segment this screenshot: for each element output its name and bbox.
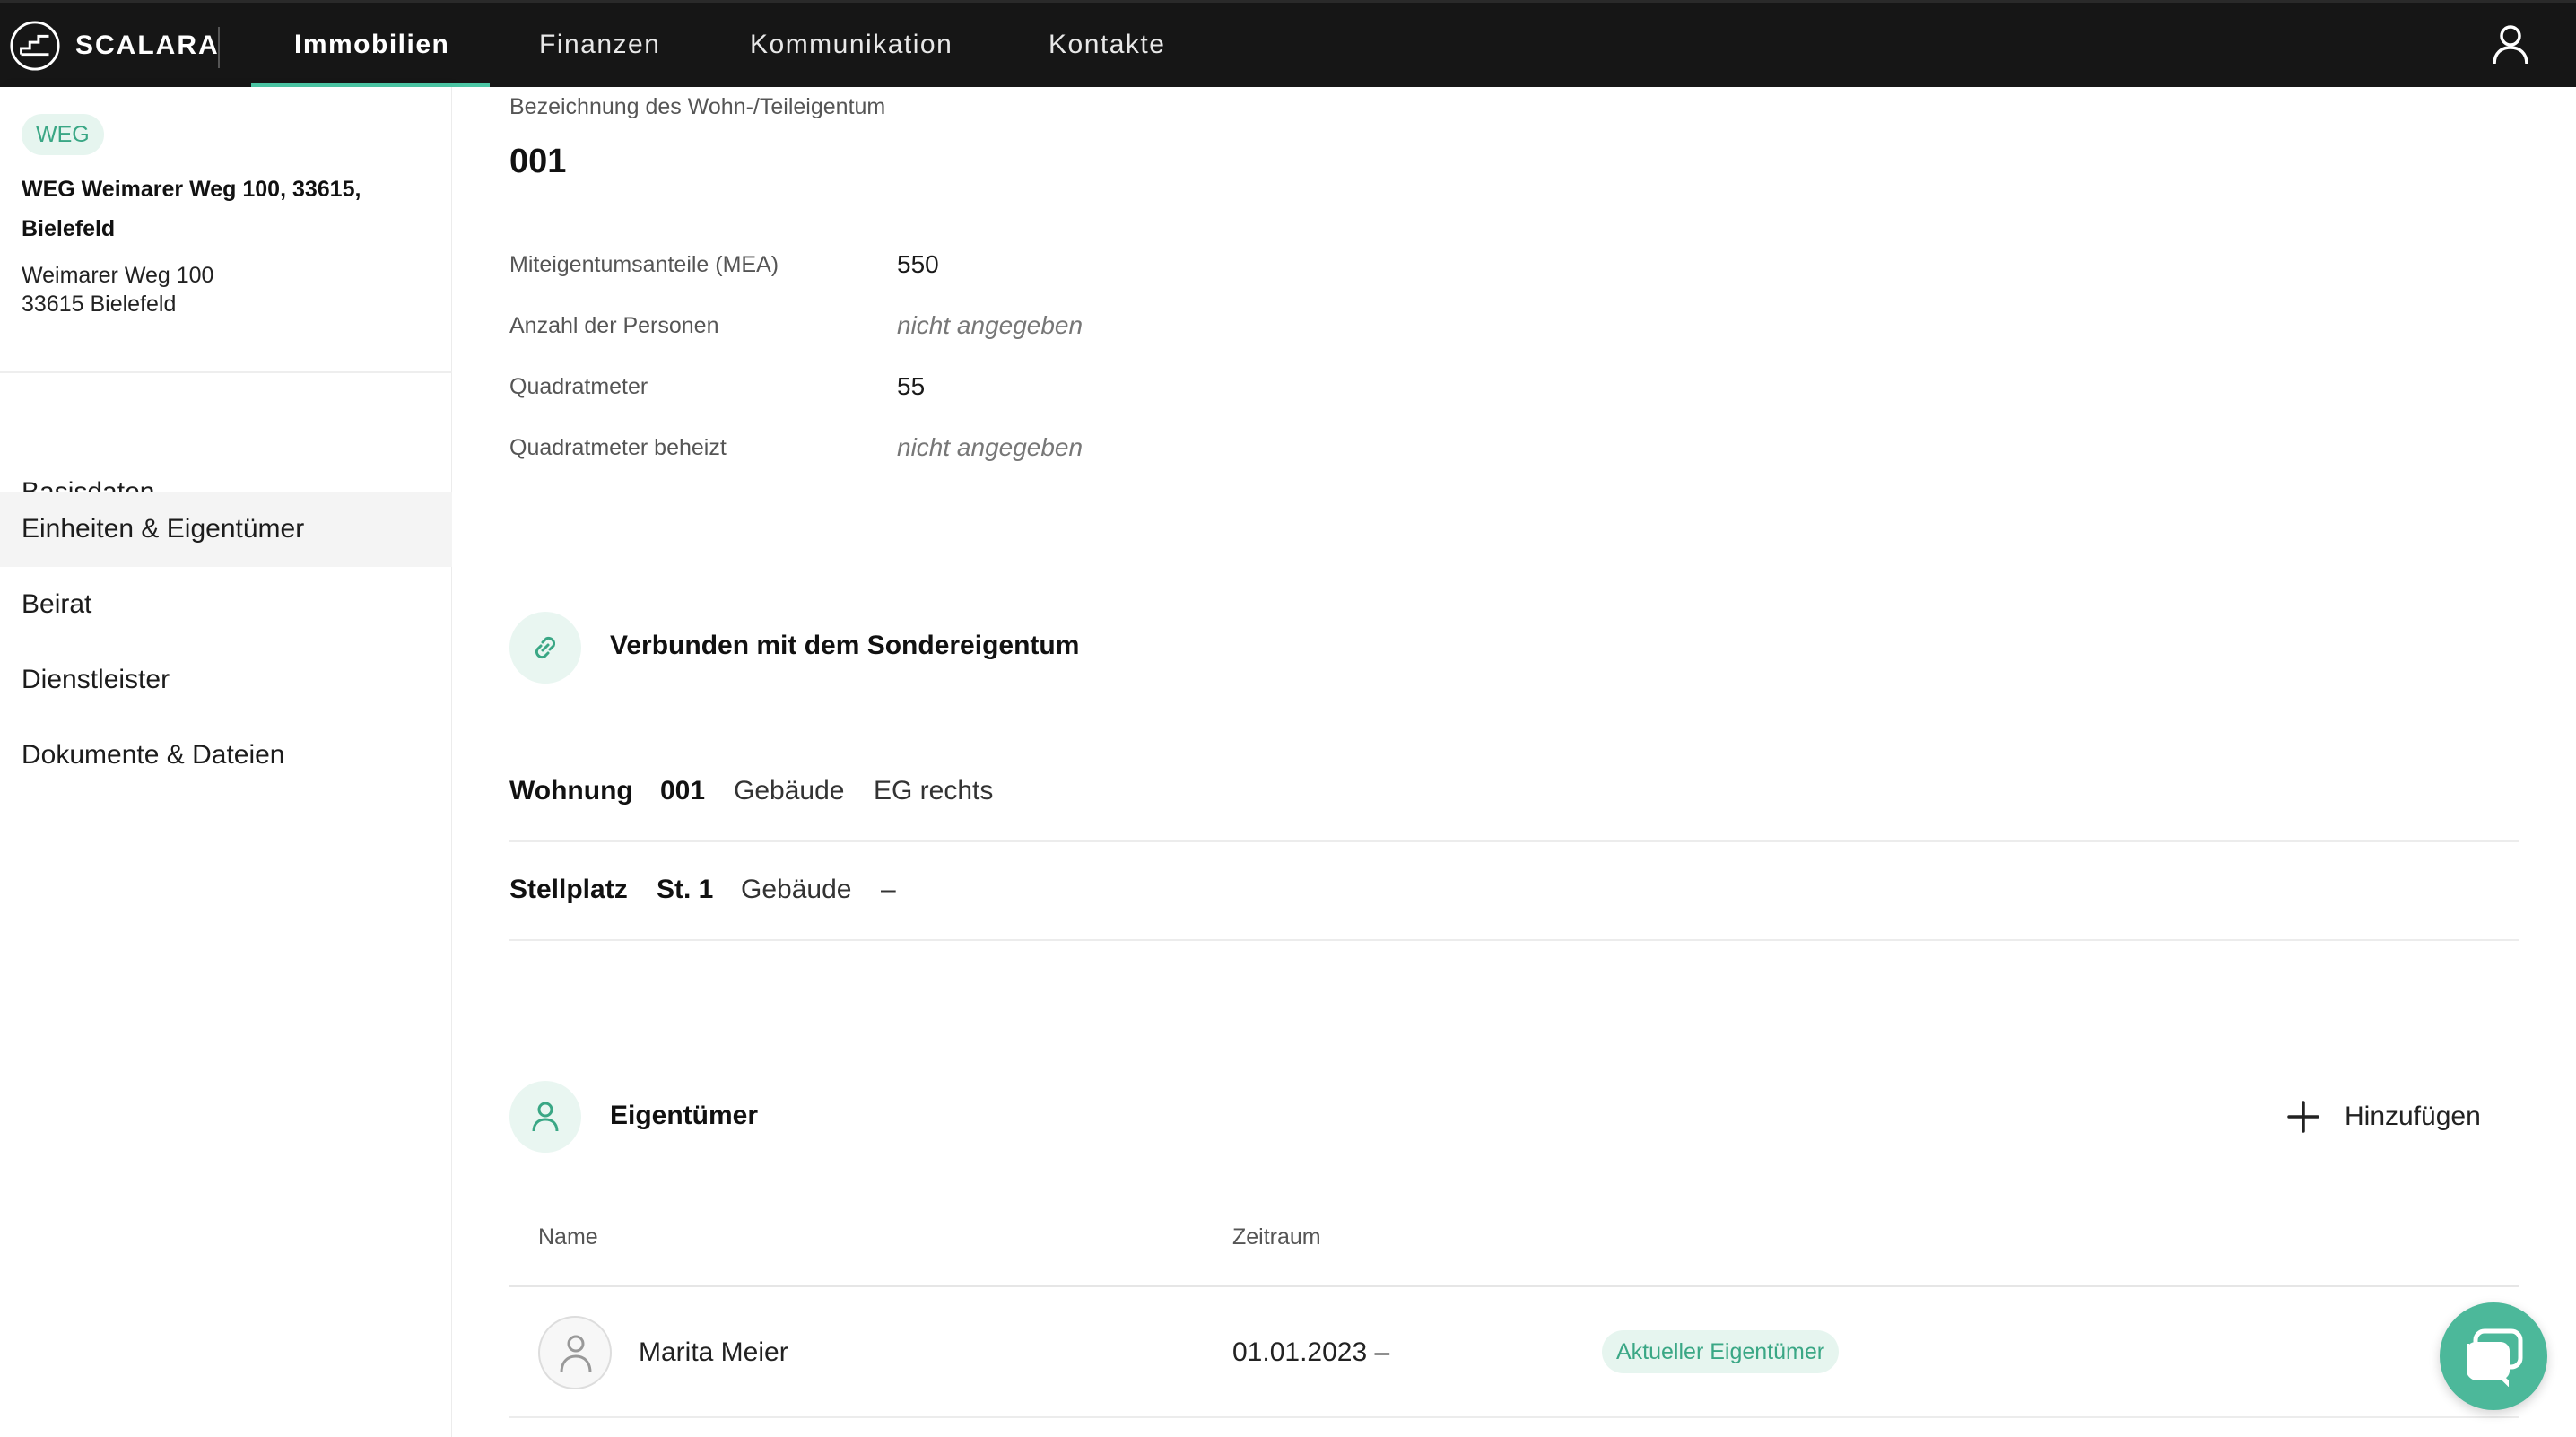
chat-icon: [2467, 1328, 2523, 1387]
column-header-period[interactable]: Zeitraum: [1232, 1224, 1321, 1250]
brand-logo[interactable]: SCALARA: [9, 19, 220, 73]
brand-name: SCALARA: [75, 30, 220, 60]
owner-name[interactable]: Marita Meier: [639, 1337, 788, 1368]
main-content: Bezeichnung des Wohn-/Teileigentum 001 M…: [452, 87, 2576, 1437]
linked-unit-row[interactable]: Wohnung 001 Gebäude EG rechts: [509, 744, 2519, 842]
person-icon: [560, 1335, 592, 1373]
top-navigation-bar: SCALARA Immobilien Finanzen Kommunikatio…: [0, 0, 2576, 89]
linked-unit-building-label: Gebäude: [734, 776, 845, 806]
linked-unit-building-value: EG rechts: [874, 776, 994, 806]
add-owner-button[interactable]: Hinzufügen: [2285, 1092, 2481, 1142]
add-owner-label: Hinzufügen: [2345, 1102, 2481, 1131]
status-badge: Aktueller Eigentümer: [1602, 1330, 1840, 1373]
chat-button[interactable]: [2440, 1302, 2547, 1410]
field-value-sqm: 55: [897, 372, 926, 400]
person-icon: [532, 1102, 559, 1132]
avatar: [538, 1316, 612, 1389]
sidebar-item-einheiten-eigentuemer[interactable]: Einheiten & Eigentümer: [0, 492, 452, 567]
tab-kommunikation[interactable]: Kommunikation: [750, 3, 953, 87]
table-row[interactable]: Marita Meier 01.01.2023 – Aktueller Eige…: [509, 1287, 2519, 1418]
property-title: WEG Weimarer Weg 100, 33615, Bielefeld: [22, 177, 361, 241]
column-header-name[interactable]: Name: [538, 1224, 598, 1250]
sidebar-divider: [0, 371, 452, 373]
linked-section-heading: Verbunden mit dem Sondereigentum: [610, 631, 1080, 660]
linked-unit-building-label: Gebäude: [741, 875, 852, 904]
field-label-sqm-heated: Quadratmeter beheizt: [509, 435, 727, 460]
field-value-mea: 550: [897, 250, 939, 278]
link-icon-circle: [509, 612, 581, 684]
scalara-logo-icon: [10, 21, 60, 71]
sidebar: WEG WEG Weimarer Weg 100, 33615, Bielefe…: [0, 87, 452, 1437]
owner-icon-circle: [509, 1081, 581, 1153]
linked-unit-code: St. 1: [657, 875, 714, 904]
user-icon: [2493, 25, 2528, 65]
unit-designation-label: Bezeichnung des Wohn-/Teileigentum: [509, 94, 886, 119]
owners-section-heading: Eigentümer: [610, 1101, 759, 1130]
field-value-sqm-heated: nicht angegeben: [897, 433, 1083, 461]
linked-unit-row[interactable]: Stellplatz St. 1 Gebäude –: [509, 842, 2519, 941]
sidebar-item-dienstleister[interactable]: Dienstleister: [0, 642, 452, 718]
field-value-persons: nicht angegeben: [897, 311, 1083, 339]
owner-period: 01.01.2023 –: [1232, 1337, 1390, 1367]
field-label-mea: Miteigentumsanteile (MEA): [509, 252, 779, 277]
linked-unit-building-value: –: [881, 875, 896, 904]
property-type-badge: WEG: [22, 114, 104, 155]
linked-unit-type: Stellplatz: [509, 875, 628, 904]
sidebar-item-dokumente-dateien[interactable]: Dokumente & Dateien: [0, 718, 452, 793]
logo-divider: [218, 27, 220, 68]
tab-kontakte[interactable]: Kontakte: [1049, 3, 1165, 87]
field-label-sqm: Quadratmeter: [509, 374, 648, 399]
sidebar-item-beirat[interactable]: Beirat: [0, 567, 452, 642]
linked-unit-type: Wohnung: [509, 776, 633, 806]
owners-table-header: Name Zeitraum: [509, 1198, 2519, 1287]
unit-designation-value: 001: [509, 143, 567, 180]
link-icon: [535, 636, 556, 659]
property-address-street: Weimarer Weg 100: [22, 263, 214, 288]
tab-immobilien[interactable]: Immobilien: [294, 3, 449, 87]
linked-unit-code: 001: [660, 776, 706, 806]
field-label-persons: Anzahl der Personen: [509, 313, 719, 338]
tab-finanzen[interactable]: Finanzen: [539, 3, 660, 87]
plus-icon: [2287, 1101, 2319, 1133]
property-address-city: 33615 Bielefeld: [22, 292, 177, 317]
user-menu-button[interactable]: [2485, 19, 2537, 71]
